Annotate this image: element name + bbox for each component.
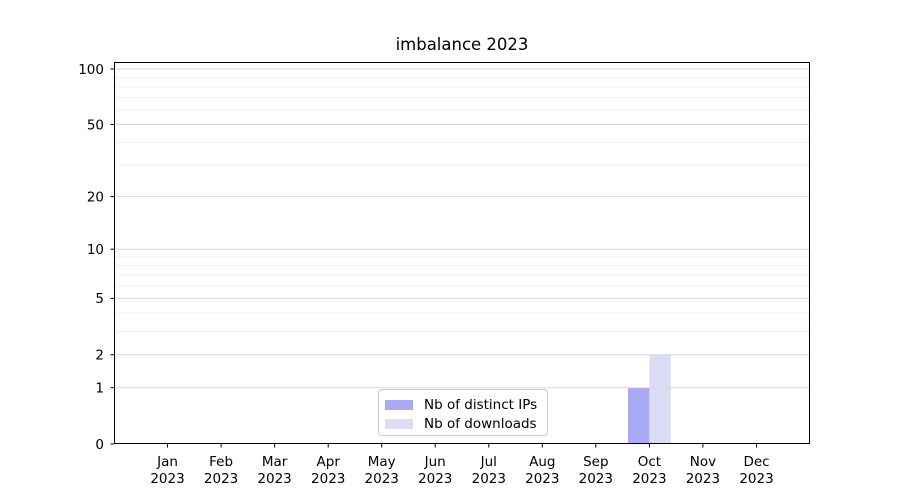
x-tick-label-year: 2023 (472, 471, 506, 487)
legend: Nb of distinct IPs Nb of downloads (378, 389, 548, 436)
x-tick-label-year: 2023 (365, 471, 399, 487)
y-tick-label: 2 (95, 348, 104, 364)
x-tick-label-year: 2023 (311, 471, 345, 487)
x-tick-label-month: Jul (480, 454, 497, 470)
x-tick-label-year: 2023 (632, 471, 666, 487)
bar-oct-series0 (628, 387, 650, 444)
x-tick-label-year: 2023 (579, 471, 613, 487)
x-tick-label-year: 2023 (686, 471, 720, 487)
legend-swatch-downloads-icon (385, 418, 413, 429)
y-tick-label: 1 (95, 381, 104, 397)
x-tick-label-year: 2023 (204, 471, 238, 487)
x-tick-label-month: Jan (156, 454, 178, 470)
x-tick-label-month: Sep (583, 454, 608, 470)
legend-item-distinct-ips: Nb of distinct IPs (385, 395, 547, 414)
y-tick-label: 50 (87, 117, 104, 133)
x-tick-label-year: 2023 (739, 471, 773, 487)
y-tick-label: 0 (95, 437, 104, 453)
legend-swatch-distinct-ips-icon (385, 399, 413, 410)
x-tick-label-month: Nov (690, 454, 716, 470)
x-tick-label-month: Apr (317, 454, 341, 470)
legend-item-downloads: Nb of downloads (385, 414, 547, 433)
y-axis: 0 1 2 5 10 20 50 100 (78, 62, 114, 453)
gridlines-layer (114, 68, 810, 389)
x-tick-label-month: Jun (424, 454, 446, 470)
axes-spines (114, 62, 810, 444)
bars-layer (628, 354, 671, 444)
x-tick-label-year: 2023 (150, 471, 184, 487)
x-tick-label-month: Oct (638, 454, 661, 470)
legend-label-downloads: Nb of downloads (424, 415, 537, 432)
x-tick-label-year: 2023 (418, 471, 452, 487)
x-tick-label-month: Dec (743, 454, 769, 470)
y-tick-label: 100 (78, 62, 104, 78)
figure: imbalance 2023 0 1 2 5 10 20 50 100 Jan 2023 Feb 20… (0, 0, 900, 500)
y-tick-label: 20 (87, 189, 104, 205)
x-tick-label-month: Mar (262, 454, 288, 470)
legend-label-distinct-ips: Nb of distinct IPs (424, 396, 538, 413)
x-tick-label-month: May (368, 454, 396, 470)
bar-oct-series1 (649, 354, 671, 444)
x-tick-label-year: 2023 (257, 471, 291, 487)
x-tick-label-year: 2023 (525, 471, 559, 487)
y-tick-label: 5 (95, 291, 104, 307)
x-tick-label-month: Feb (209, 454, 233, 470)
y-tick-label: 10 (87, 242, 104, 258)
x-tick-label-month: Aug (529, 454, 555, 470)
x-axis: Jan2023Feb2023Mar2023Apr2023May2023Jun20… (150, 444, 774, 487)
